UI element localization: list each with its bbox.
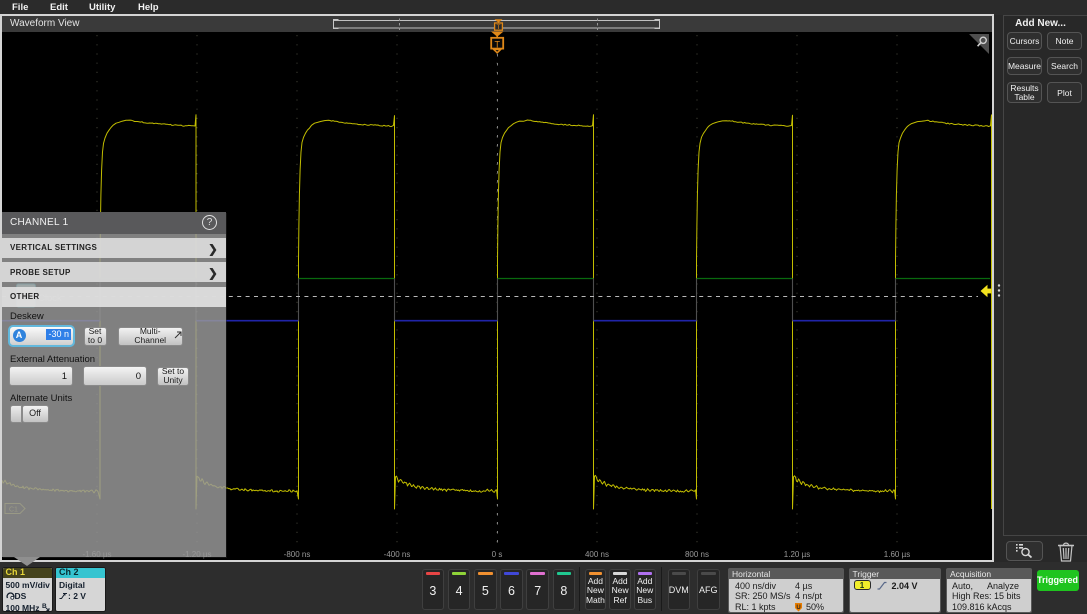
svg-text:-800 ns: -800 ns — [284, 550, 311, 559]
svg-text:1.60 µs: 1.60 µs — [884, 550, 910, 559]
svg-text:B: B — [42, 603, 47, 610]
svg-text:0 s: 0 s — [492, 550, 503, 559]
svg-text:800 ns: 800 ns — [685, 550, 709, 559]
svg-text:U: U — [796, 605, 800, 611]
svg-text:T: T — [495, 39, 501, 49]
svg-text:400 ns: 400 ns — [585, 550, 609, 559]
svg-text:1.20 µs: 1.20 µs — [784, 550, 810, 559]
svg-text:-400 ns: -400 ns — [384, 550, 411, 559]
